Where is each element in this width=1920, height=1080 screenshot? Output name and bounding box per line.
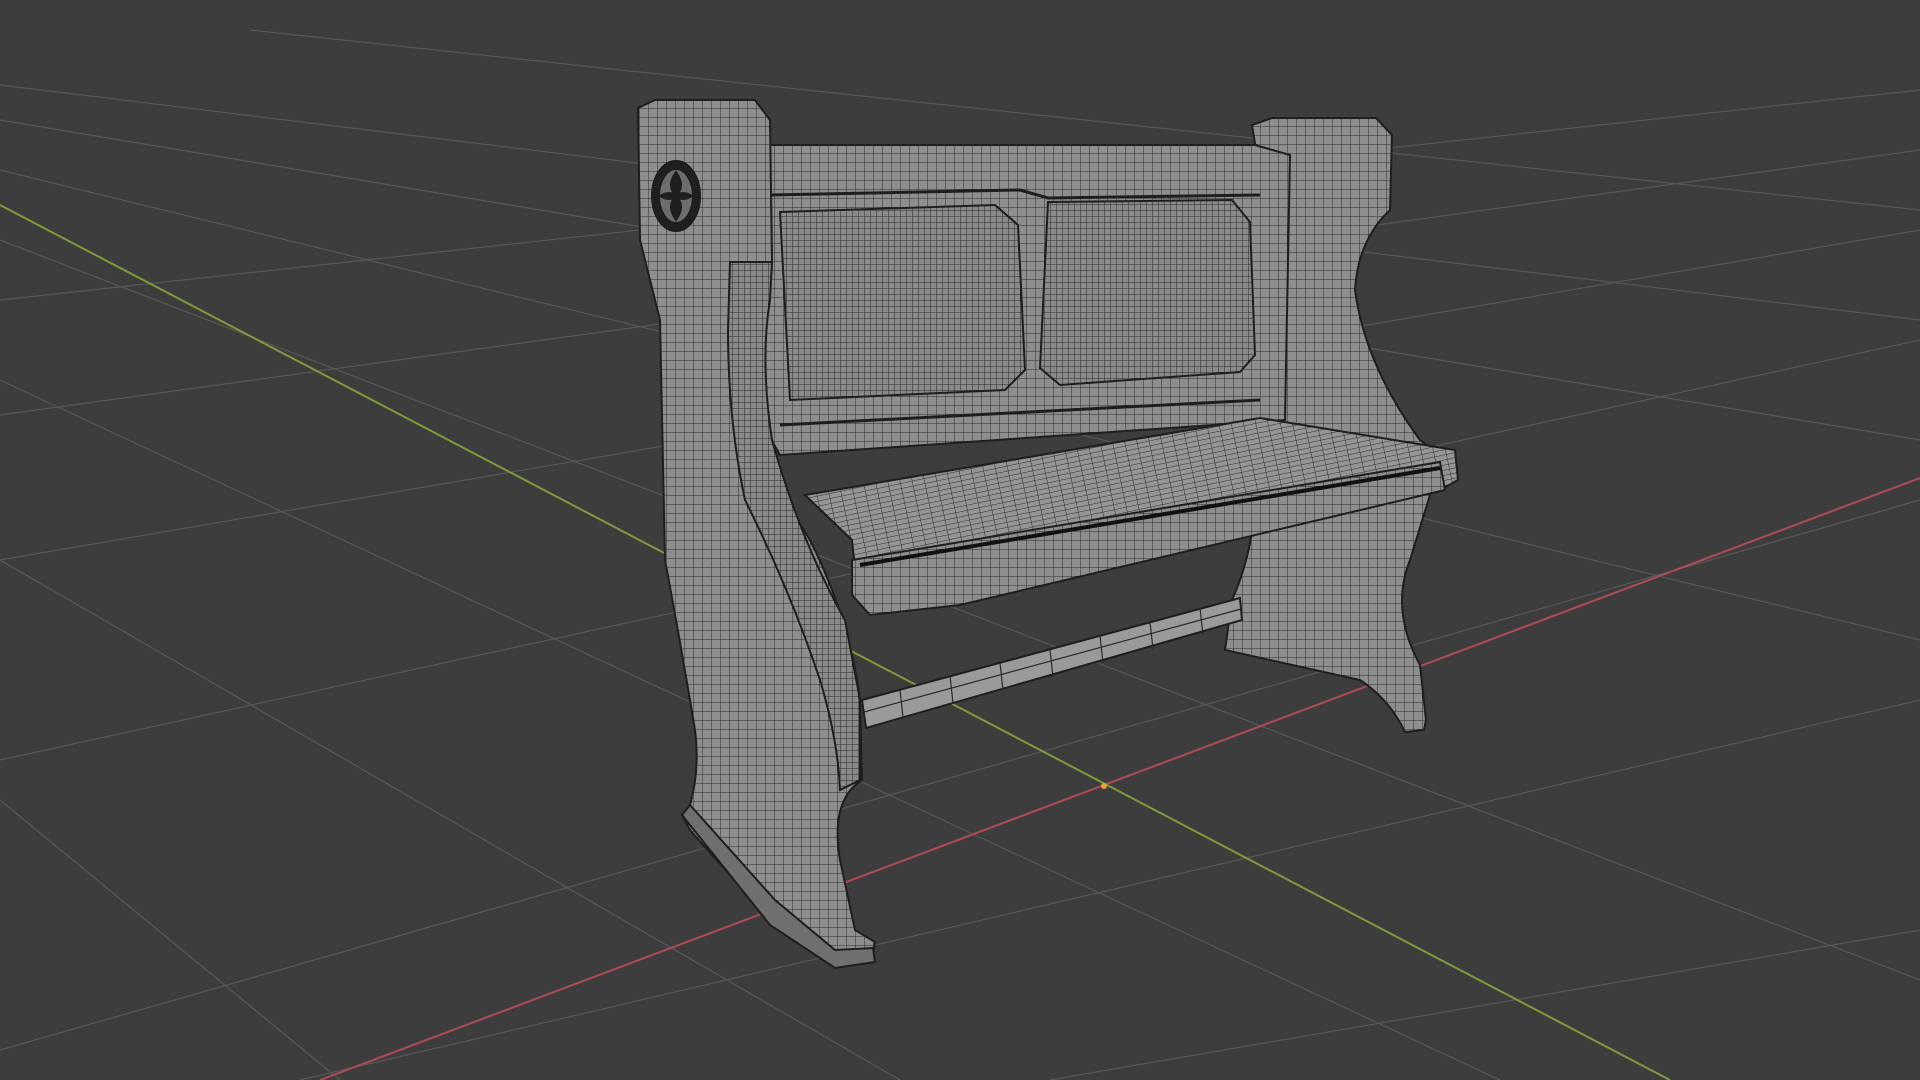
- pew-back-panel-right[interactable]: [1038, 198, 1257, 387]
- 3d-viewport[interactable]: [0, 0, 1920, 1080]
- pew-back-panel-left[interactable]: [778, 203, 1027, 402]
- quatrefoil-emblem-icon: [651, 160, 701, 232]
- viewport-canvas[interactable]: [0, 0, 1920, 1080]
- world-origin-marker: [1101, 783, 1107, 789]
- x-axis-line: [319, 477, 1920, 1080]
